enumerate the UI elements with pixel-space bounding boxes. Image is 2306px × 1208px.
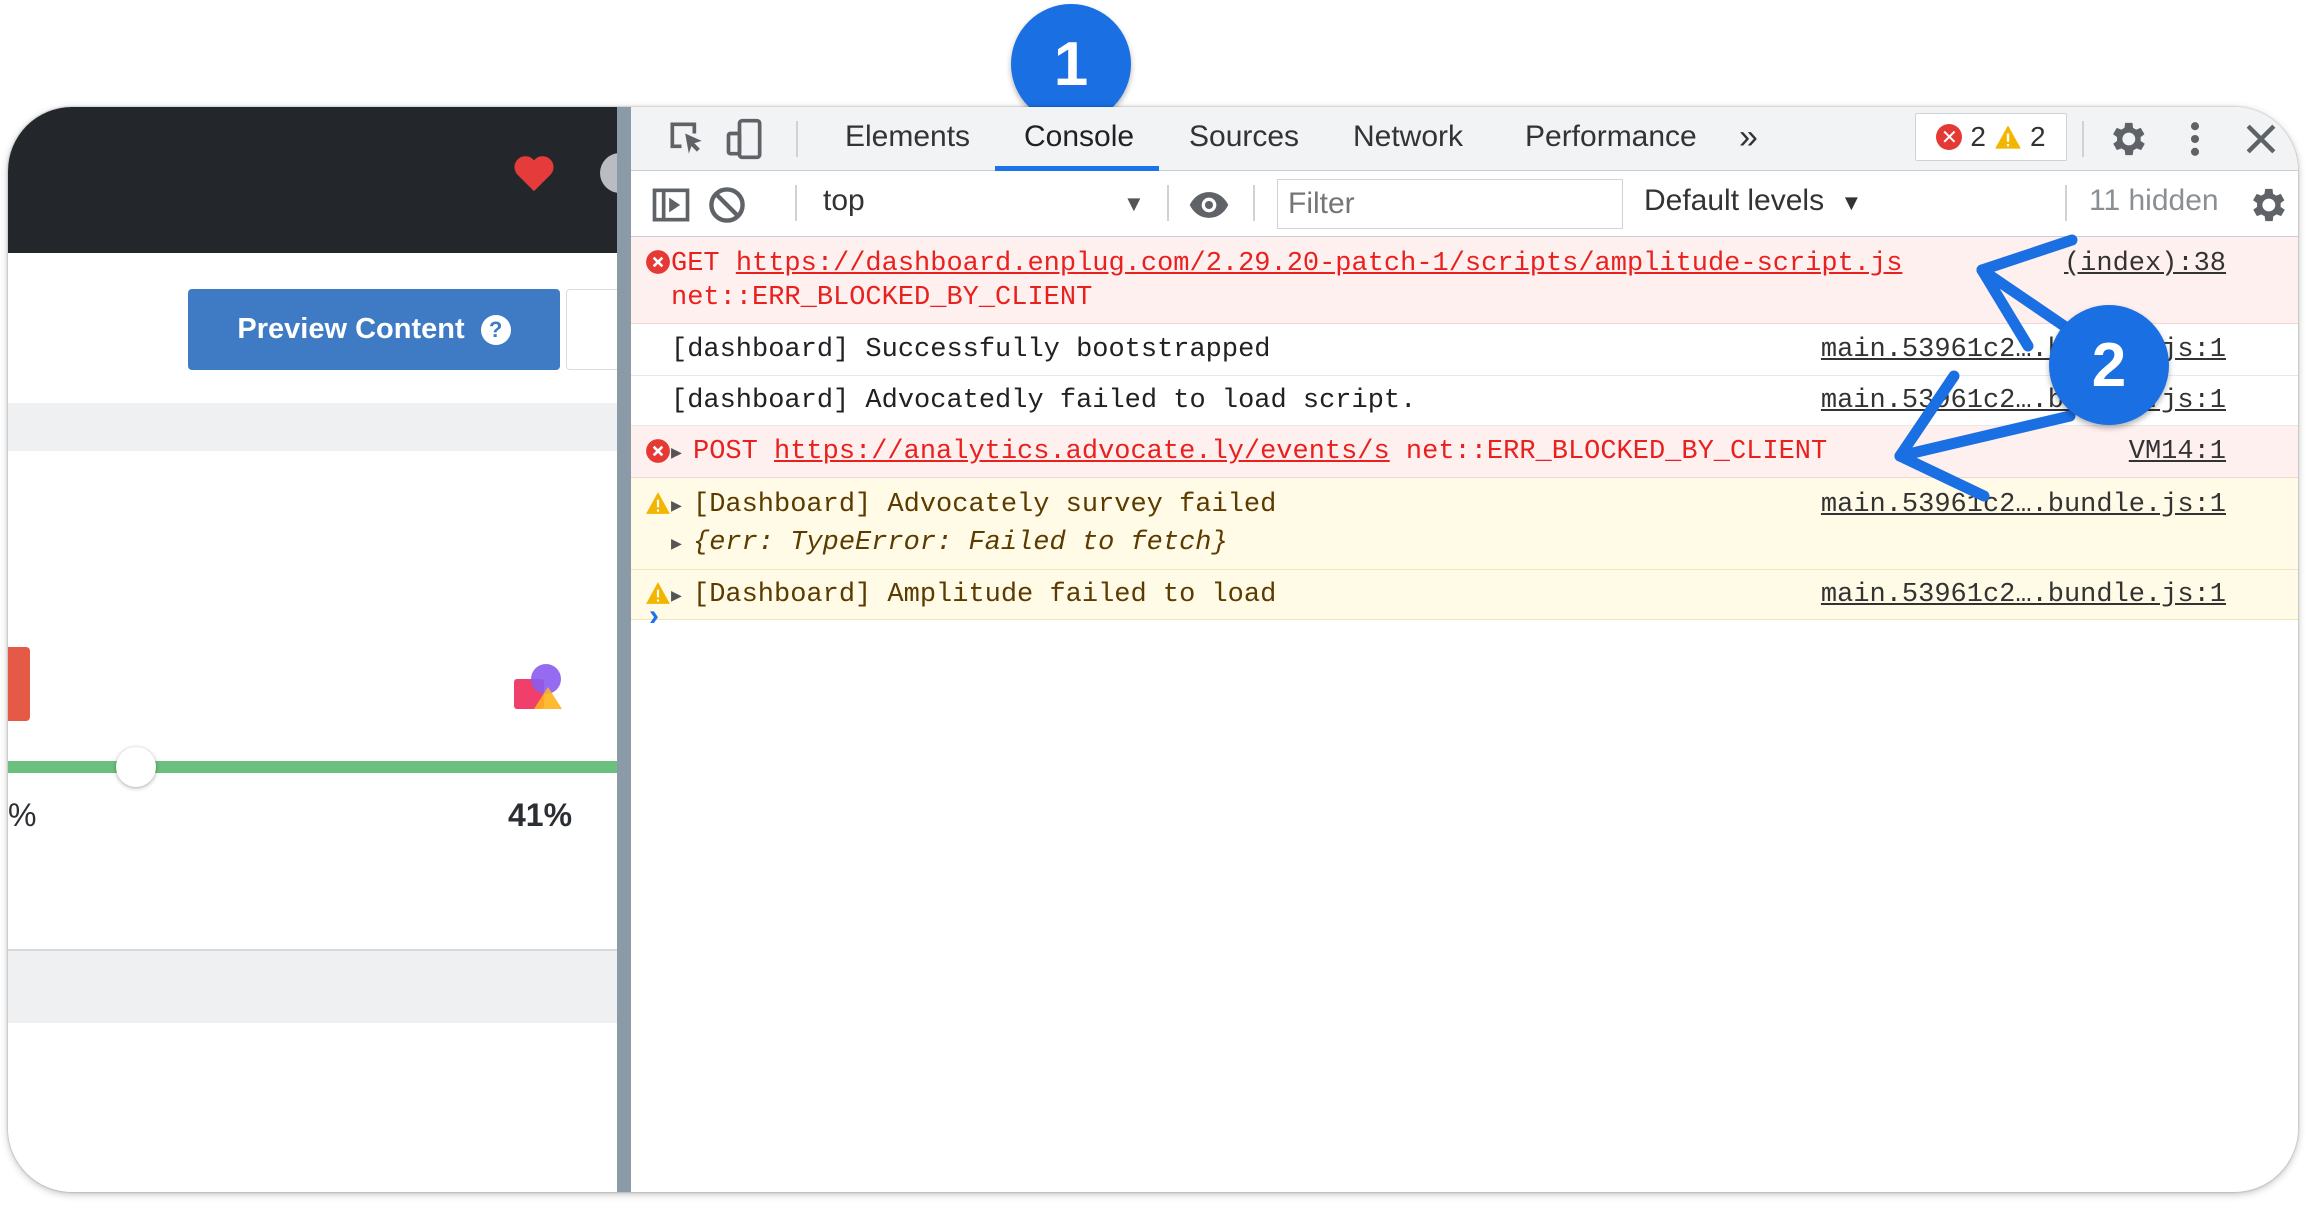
message-text: ▶ [Dashboard] Advocately survey failed [671, 490, 1276, 520]
source-link[interactable]: main.53961c2….bundle.js:1 [1821, 580, 2226, 610]
warning-text: [Dashboard] Advocately survey failed [693, 490, 1277, 520]
user-avatar-icon[interactable] [600, 153, 617, 193]
context-selector[interactable]: top [823, 184, 865, 218]
help-icon[interactable]: ? [480, 314, 511, 345]
tab-network[interactable]: Network [1353, 107, 1463, 171]
warning-icon [646, 492, 670, 514]
console-message-log[interactable]: [dashboard] Advocatedly failed to load s… [631, 376, 2298, 426]
message-text: [dashboard] Successfully bootstrapped [671, 335, 1271, 365]
app-top-bar [8, 107, 617, 253]
heart-icon[interactable] [512, 153, 556, 193]
toolbar-separator [2065, 185, 2067, 221]
toolbar-separator [1253, 185, 1255, 221]
warning-count: 2 [2030, 121, 2046, 152]
annotation-badge-2: 2 [2049, 305, 2169, 425]
devtools-tab-bar: Elements Console Sources Network Perform… [631, 107, 2298, 171]
console-toolbar: top ▼ Default levels ▼ 11 hidden [631, 171, 2298, 237]
prompt-icon[interactable]: › [649, 599, 659, 633]
filter-input[interactable] [1277, 179, 1623, 229]
percent-right-label: 41% [508, 797, 573, 833]
log-levels-label: Default levels [1644, 184, 1825, 217]
annotation-badge-1: 1 [1011, 4, 1131, 124]
chevron-down-icon[interactable]: ▼ [1123, 191, 1145, 217]
expand-triangle-icon[interactable]: ▶ [671, 533, 693, 555]
clear-console-icon[interactable] [705, 183, 749, 227]
message-detail: net::ERR_BLOCKED_BY_CLIENT [671, 283, 1093, 313]
app-tile-icon[interactable] [8, 647, 30, 721]
tab-elements[interactable]: Elements [845, 107, 970, 171]
expand-triangle-icon[interactable]: ▶ [671, 495, 693, 517]
percent-left-label: % [8, 797, 37, 833]
progress-slider-thumb[interactable] [115, 747, 156, 787]
chevron-down-icon: ▼ [1840, 190, 1863, 215]
object-preview: {err: TypeError: Failed to fetch} [693, 528, 1228, 558]
source-link[interactable]: main.53961c2….bundle.js:1 [1821, 386, 2226, 416]
expand-triangle-icon[interactable]: ▶ [671, 442, 693, 464]
toolbar-separator [1167, 185, 1169, 221]
toolbar-separator [2082, 121, 2084, 157]
source-link[interactable]: VM14:1 [2129, 437, 2226, 467]
hidden-count: 11 hidden [2089, 184, 2219, 217]
toolbar-separator [795, 185, 797, 221]
console-message-log[interactable]: [dashboard] Successfully bootstrapped ma… [631, 324, 2298, 376]
request-method: POST [693, 437, 758, 467]
source-link[interactable]: main.53961c2….bundle.js:1 [1821, 490, 2226, 520]
console-message-warning[interactable]: ▶ [Dashboard] Amplitude failed to load ma… [631, 570, 2298, 620]
request-method: GET [671, 249, 720, 279]
devtools-panel: Elements Console Sources Network Perform… [631, 107, 2298, 1192]
message-text: [dashboard] Advocatedly failed to load s… [671, 386, 1417, 416]
section-band-lower [8, 951, 617, 1023]
warning-icon [1995, 125, 2021, 149]
error-icon: ✕ [1936, 124, 1963, 150]
sidebar-toggle-icon[interactable] [649, 183, 693, 227]
toolbar-separator [796, 121, 798, 157]
secondary-button[interactable] [566, 289, 617, 370]
pane-splitter[interactable] [617, 107, 631, 1192]
preview-content-button[interactable]: Preview Content ? [188, 289, 560, 370]
console-message-warning[interactable]: ▶ [Dashboard] Advocately survey failed ▶{… [631, 478, 2298, 570]
console-message-error[interactable]: GET https://dashboard.enplug.com/2.29.20… [631, 237, 2298, 324]
section-band [8, 403, 617, 451]
eye-icon[interactable] [1187, 183, 1231, 227]
preview-content-label: Preview Content [237, 313, 465, 345]
message-detail: net::ERR_BLOCKED_BY_CLIENT [1405, 437, 1828, 467]
message-text: GET https://dashboard.enplug.com/2.29.20… [671, 249, 1902, 279]
screenshot-frame: Preview Content ? % 41% Elements Console… [8, 107, 2298, 1192]
console-message-error[interactable]: ▶ POST https://analytics.advocate.ly/even… [631, 426, 2298, 478]
inspect-icon[interactable] [665, 117, 709, 161]
console-messages: GET https://dashboard.enplug.com/2.29.20… [631, 237, 2298, 620]
close-icon[interactable] [2239, 117, 2283, 161]
warning-text: [Dashboard] Amplitude failed to load [693, 580, 1277, 610]
shapes-icon [514, 664, 562, 709]
error-icon [646, 439, 670, 463]
more-tabs-icon[interactable]: » [1739, 107, 1758, 171]
request-url-link[interactable]: https://dashboard.enplug.com/2.29.20-pat… [736, 249, 1903, 279]
expand-triangle-icon[interactable]: ▶ [671, 585, 693, 607]
source-link[interactable]: (index):38 [2064, 249, 2226, 279]
message-text: ▶ POST https://analytics.advocate.ly/even… [671, 437, 1827, 467]
gear-icon[interactable] [2105, 117, 2149, 161]
issue-counts-button[interactable]: ✕ 2 2 [1915, 113, 2067, 161]
message-object: ▶ {err: TypeError: Failed to fetch} [671, 528, 1228, 558]
tab-performance[interactable]: Performance [1525, 107, 1697, 171]
tab-sources[interactable]: Sources [1189, 107, 1299, 171]
more-vert-icon[interactable] [2173, 117, 2217, 161]
error-count: 2 [1970, 121, 1986, 152]
request-url-link[interactable]: https://analytics.advocate.ly/events/s [774, 437, 1390, 467]
console-settings-gear-icon[interactable] [2245, 183, 2289, 227]
error-icon [646, 250, 670, 274]
tab-console[interactable]: Console [1024, 107, 1134, 171]
app-pane: Preview Content ? % 41% [8, 107, 617, 1192]
message-text: ▶ [Dashboard] Amplitude failed to load [671, 580, 1276, 610]
log-levels-dropdown[interactable]: Default levels ▼ [1644, 184, 1862, 218]
device-toolbar-icon[interactable] [723, 117, 767, 161]
progress-slider-track[interactable] [8, 761, 617, 773]
